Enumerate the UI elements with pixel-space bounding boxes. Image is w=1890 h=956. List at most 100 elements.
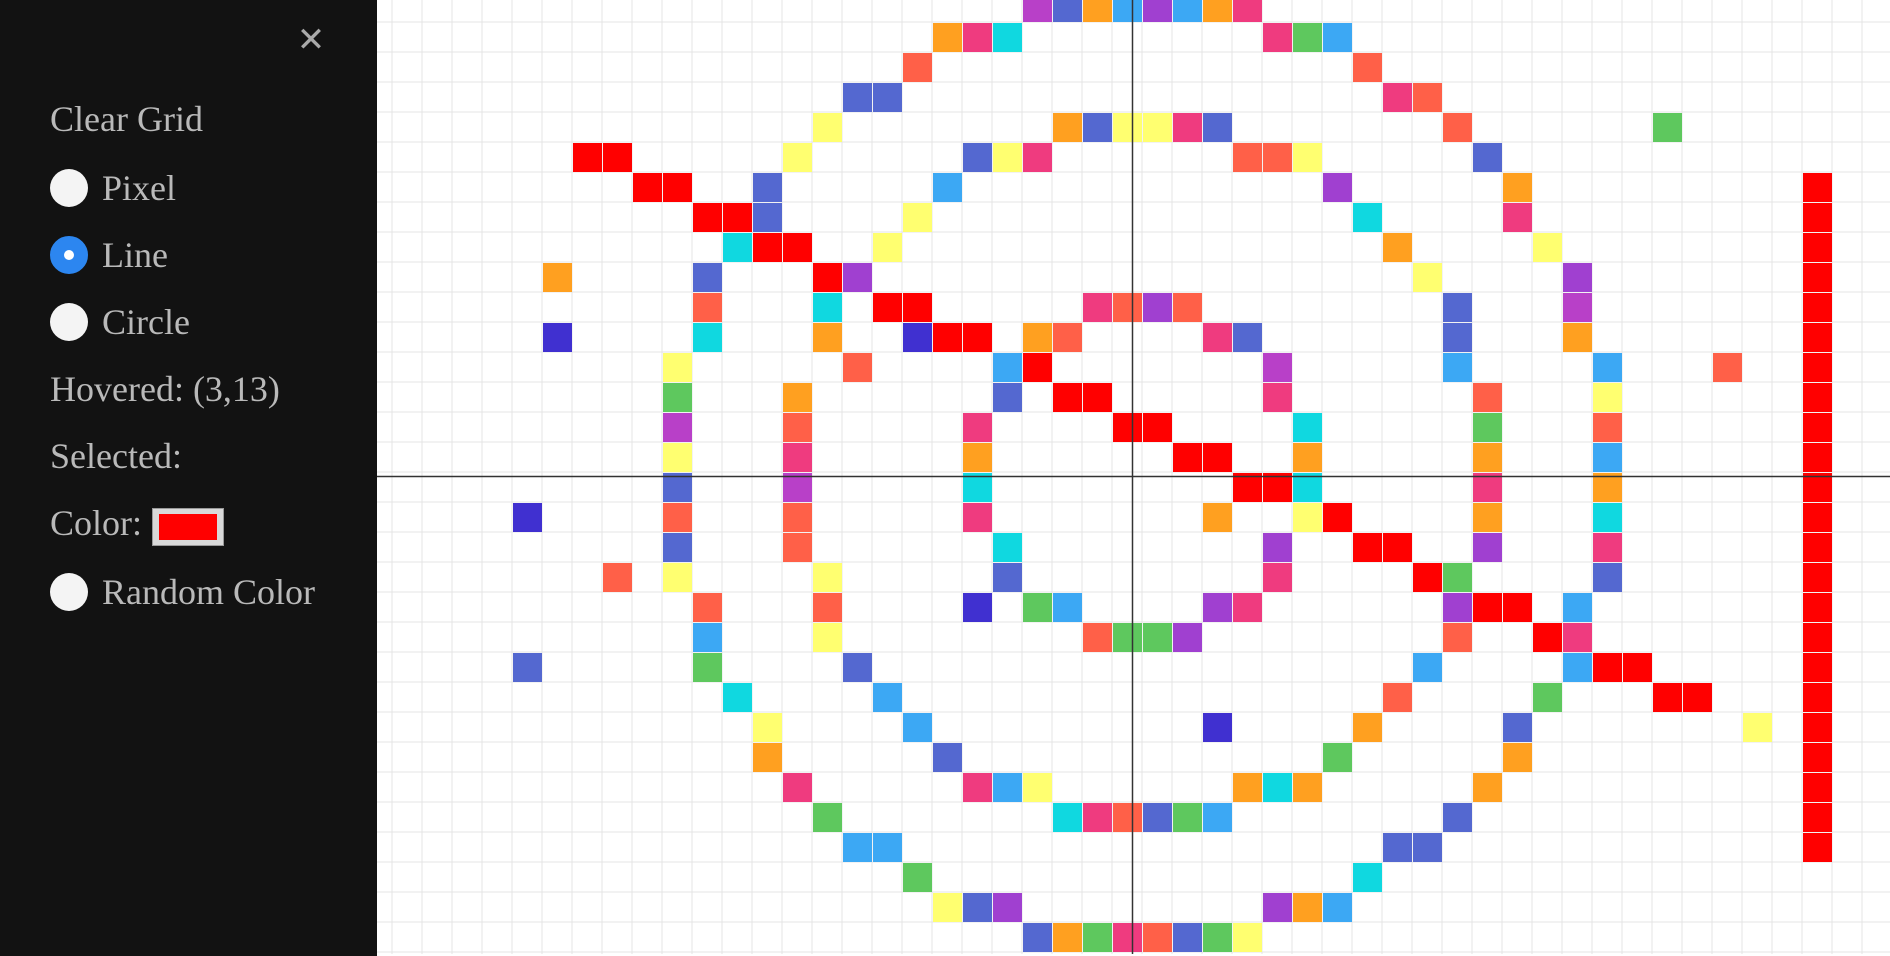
grid-cell[interactable] <box>933 893 962 922</box>
grid-cell[interactable] <box>783 773 812 802</box>
grid-cell[interactable] <box>1023 773 1052 802</box>
grid-cell[interactable] <box>1383 83 1412 112</box>
grid-cell[interactable] <box>753 743 782 772</box>
grid-cell[interactable] <box>663 473 692 502</box>
grid-cell[interactable] <box>663 533 692 562</box>
grid-cell[interactable] <box>603 563 632 592</box>
clear-grid-button[interactable]: Clear Grid <box>50 98 203 140</box>
grid-cell[interactable] <box>903 713 932 742</box>
grid-cell[interactable] <box>543 323 572 352</box>
grid-cell[interactable] <box>1293 773 1322 802</box>
grid-cell[interactable] <box>1413 833 1442 862</box>
grid-cell[interactable] <box>1803 473 1832 502</box>
grid-cell[interactable] <box>1803 533 1832 562</box>
grid-cell[interactable] <box>993 383 1022 412</box>
grid-cell[interactable] <box>1083 923 1112 952</box>
grid-cell[interactable] <box>1353 533 1382 562</box>
grid-cell[interactable] <box>1803 233 1832 262</box>
radio-pixel[interactable]: Pixel <box>50 167 176 209</box>
grid-cell[interactable] <box>1233 143 1262 172</box>
grid-cell[interactable] <box>1803 713 1832 742</box>
grid-cell[interactable] <box>963 143 992 172</box>
grid-cell[interactable] <box>1503 713 1532 742</box>
grid-cell[interactable] <box>1593 353 1622 382</box>
radio-circle-circle[interactable] <box>50 303 88 341</box>
grid-cell[interactable] <box>1293 473 1322 502</box>
grid-cell[interactable] <box>963 773 992 802</box>
grid-cell[interactable] <box>1143 413 1172 442</box>
grid-cell[interactable] <box>1473 503 1502 532</box>
grid-cell[interactable] <box>1743 713 1772 742</box>
grid-cell[interactable] <box>1533 683 1562 712</box>
grid-cell[interactable] <box>1173 443 1202 472</box>
grid-cell[interactable] <box>1053 593 1082 622</box>
grid-cell[interactable] <box>1083 623 1112 652</box>
grid-cell[interactable] <box>1353 53 1382 82</box>
grid-cell[interactable] <box>1293 23 1322 52</box>
grid-cell[interactable] <box>663 563 692 592</box>
grid-cell[interactable] <box>1263 773 1292 802</box>
grid-cell[interactable] <box>1593 503 1622 532</box>
grid-cell[interactable] <box>1803 803 1832 832</box>
grid-cell[interactable] <box>1053 0 1082 22</box>
grid-cell[interactable] <box>1113 803 1142 832</box>
grid-cell[interactable] <box>1353 713 1382 742</box>
grid-cell[interactable] <box>1563 593 1592 622</box>
radio-circle-pixel[interactable] <box>50 169 88 207</box>
grid-cell[interactable] <box>603 143 632 172</box>
grid-cell[interactable] <box>663 413 692 442</box>
grid-cell[interactable] <box>543 263 572 292</box>
grid-cell[interactable] <box>1233 923 1262 952</box>
grid-cell[interactable] <box>1263 353 1292 382</box>
grid-cell[interactable] <box>1203 503 1232 532</box>
grid-cell[interactable] <box>1143 0 1172 22</box>
grid-cell[interactable] <box>873 83 902 112</box>
grid-cell[interactable] <box>873 293 902 322</box>
grid-cell[interactable] <box>1623 653 1652 682</box>
grid-cell[interactable] <box>813 113 842 142</box>
grid-cell[interactable] <box>783 533 812 562</box>
grid-cell[interactable] <box>1803 623 1832 652</box>
grid-cell[interactable] <box>873 683 902 712</box>
grid-cell[interactable] <box>1803 743 1832 772</box>
grid-cell[interactable] <box>1353 203 1382 232</box>
grid-cell[interactable] <box>1803 173 1832 202</box>
grid-cell[interactable] <box>1473 473 1502 502</box>
grid-cell[interactable] <box>1173 293 1202 322</box>
grid-cell[interactable] <box>753 173 782 202</box>
grid-cell[interactable] <box>993 353 1022 382</box>
grid-cell[interactable] <box>693 653 722 682</box>
grid-cell[interactable] <box>843 353 872 382</box>
grid-cell[interactable] <box>903 293 932 322</box>
grid-cell[interactable] <box>993 563 1022 592</box>
grid-cell[interactable] <box>993 893 1022 922</box>
grid-cell[interactable] <box>1503 743 1532 772</box>
grid-cell[interactable] <box>1803 503 1832 532</box>
grid-cell[interactable] <box>1173 803 1202 832</box>
grid-cell[interactable] <box>1233 0 1262 22</box>
grid-cell[interactable] <box>1383 533 1412 562</box>
grid-cell[interactable] <box>1803 263 1832 292</box>
grid-cell[interactable] <box>1803 593 1832 622</box>
grid-cell[interactable] <box>1203 113 1232 142</box>
radio-line[interactable]: Line <box>50 234 168 276</box>
grid-cell[interactable] <box>1803 383 1832 412</box>
grid-cell[interactable] <box>1353 863 1382 892</box>
grid-cell[interactable] <box>1023 323 1052 352</box>
grid-cell[interactable] <box>1173 623 1202 652</box>
grid-cell[interactable] <box>843 653 872 682</box>
grid-cell[interactable] <box>1803 443 1832 472</box>
grid-cell[interactable] <box>1143 623 1172 652</box>
grid-cell[interactable] <box>513 503 542 532</box>
grid-cell[interactable] <box>1203 323 1232 352</box>
grid-cell[interactable] <box>1413 83 1442 112</box>
grid-cell[interactable] <box>1143 113 1172 142</box>
grid-cell[interactable] <box>573 143 602 172</box>
grid-cell[interactable] <box>903 53 932 82</box>
grid-cell[interactable] <box>963 413 992 442</box>
random-color-toggle[interactable]: Random Color <box>50 571 315 613</box>
grid-cell[interactable] <box>1593 653 1622 682</box>
grid-cell[interactable] <box>1233 773 1262 802</box>
grid-cell[interactable] <box>1023 593 1052 622</box>
grid-cell[interactable] <box>1023 143 1052 172</box>
